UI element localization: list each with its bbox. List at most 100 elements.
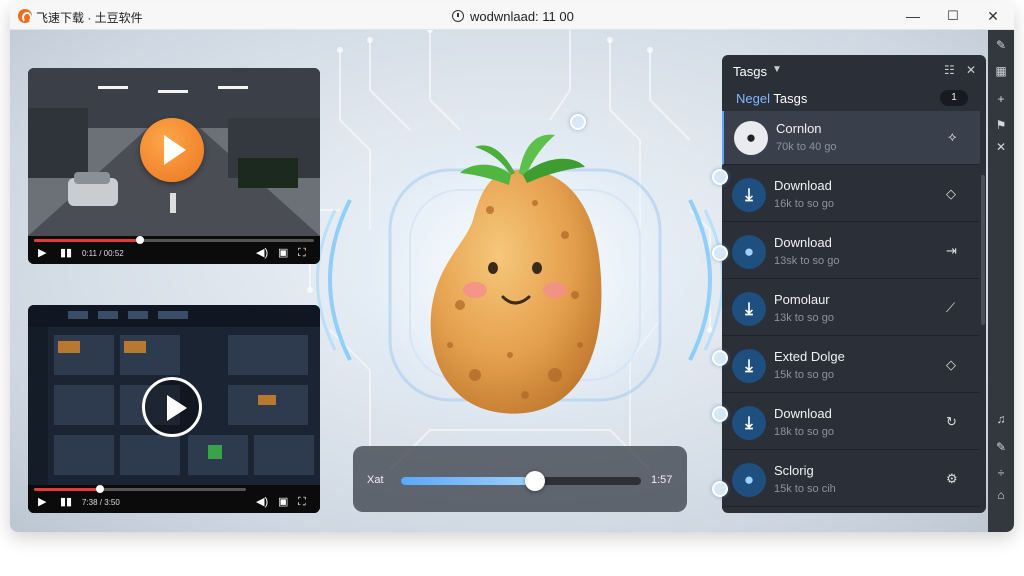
close-button[interactable]: ✕ xyxy=(982,6,1004,26)
tag-name: Cornlon xyxy=(776,121,822,136)
chevron-down-icon[interactable]: ▼ xyxy=(772,64,782,75)
subheader-text: Tasgs xyxy=(773,91,808,106)
tag-action-icon[interactable]: ⇥ xyxy=(946,243,957,259)
tag-row[interactable]: ⤓ Download 16k to so go ◇ xyxy=(722,168,980,222)
volume-icon[interactable]: ◀) xyxy=(256,247,268,259)
tags-panel: Tasgs ▼ ☷ ✕ Negel Tasgs 1 ● Cornlon 70k … xyxy=(722,55,986,513)
edit-icon[interactable]: ✎ xyxy=(988,440,1014,454)
bell-icon[interactable]: ♫ xyxy=(988,412,1014,426)
tag-name: Download xyxy=(774,235,832,250)
title-bar: 飞速下载 · 土豆软件 wodwnlaad: 11 00 — ☐ ✕ xyxy=(10,2,1014,30)
tag-action-icon[interactable]: ◇ xyxy=(946,357,956,373)
time-label: 7:38 / 3:50 xyxy=(82,498,120,507)
split-icon[interactable]: ÷ xyxy=(988,466,1014,480)
expand-icon[interactable]: ✕ xyxy=(988,140,1014,154)
connector-dot xyxy=(712,350,728,366)
tag-name: Pomolaur xyxy=(774,292,830,307)
minimize-button[interactable]: — xyxy=(902,6,924,26)
brush-icon[interactable]: ✎ xyxy=(988,38,1014,52)
tag-name: Exted Dolge xyxy=(774,349,845,364)
app-name: 飞速下载 · 土豆软件 xyxy=(36,11,143,25)
grid-icon[interactable]: ▦ xyxy=(988,64,1014,78)
tag-row[interactable]: ⤓ Download 18k to so go ↻ xyxy=(722,396,980,450)
connector-dot xyxy=(712,481,728,497)
play-overlay-button[interactable] xyxy=(140,118,204,182)
slider-fill xyxy=(401,477,536,485)
player-controls: ▶ ▮▮ 7:38 / 3:50 ◀) ▣ ⛶ xyxy=(28,485,320,513)
progress-fill xyxy=(34,488,100,491)
captions-icon[interactable]: ▣ xyxy=(278,247,288,259)
subheader-accent: Negel xyxy=(736,91,770,106)
connector-dot xyxy=(712,245,728,261)
play-overlay-button[interactable] xyxy=(142,377,202,437)
tag-action-icon[interactable]: ↻ xyxy=(946,414,957,430)
video-player-road[interactable]: ▶ ▮▮ 0:11 / 00:52 ◀) ▣ ⛶ xyxy=(28,68,320,264)
tags-subheader: Negel Tasgs 1 xyxy=(722,86,986,110)
download-icon: ⤓ xyxy=(732,349,766,383)
potato-mascot xyxy=(430,134,602,414)
drop-icon: ● xyxy=(732,463,766,497)
tag-row[interactable]: ● Download 13sk to so go ⇥ xyxy=(722,225,980,279)
progress-bar[interactable] xyxy=(34,485,246,493)
time-label: 0:11 / 00:52 xyxy=(82,249,124,258)
download-icon: ⤓ xyxy=(732,406,766,440)
tags-count-badge: 1 xyxy=(940,90,968,106)
tag-name: Download xyxy=(774,178,832,193)
tag-action-icon[interactable]: ⚙ xyxy=(946,471,958,487)
captions-icon[interactable]: ▣ xyxy=(278,496,288,508)
timeline-slider-panel: Xat 1:57 xyxy=(353,446,687,512)
layout-icon[interactable]: ☷ xyxy=(944,63,955,77)
tag-row[interactable]: ● Cornlon 70k to 40 go ⟡ xyxy=(722,111,980,165)
connector-dot xyxy=(712,169,728,185)
progress-knob[interactable] xyxy=(136,236,145,244)
video-player-interface[interactable]: ▶ ▮▮ 7:38 / 3:50 ◀) ▣ ⛶ xyxy=(28,305,320,513)
tags-scrollbar[interactable] xyxy=(981,175,985,325)
tag-row[interactable]: ⤓ Exted Dolge 15k to so go ◇ xyxy=(722,339,980,393)
tag-row[interactable]: ● Sclorig 15k to so cih ⚙ xyxy=(722,453,980,507)
slider-left-label: Xat xyxy=(367,474,384,486)
tag-meta: 13sk to so go xyxy=(774,255,840,267)
fullscreen-icon[interactable]: ⛶ xyxy=(298,496,306,508)
add-icon[interactable]: + xyxy=(988,92,1014,106)
play-icon[interactable]: ▶ xyxy=(38,247,46,259)
close-panel-icon[interactable]: ✕ xyxy=(966,63,976,77)
home-icon[interactable]: ⌂ xyxy=(988,488,1014,502)
player-controls: ▶ ▮▮ 0:11 / 00:52 ◀) ▣ ⛶ xyxy=(28,236,320,264)
play-icon[interactable]: ▶ xyxy=(38,496,46,508)
tag-row[interactable]: ⤓ Pomolaur 13k to so go ⟋ xyxy=(722,282,980,336)
slider-right-label: 1:57 xyxy=(651,474,673,486)
app-window: 飞速下载 · 土豆软件 wodwnlaad: 11 00 — ☐ ✕ ▶ ▮▮ … xyxy=(10,2,1014,532)
drop-icon: ● xyxy=(732,235,766,269)
potato-icon: ● xyxy=(734,121,768,155)
tag-meta: 15k to so cih xyxy=(774,483,836,495)
tag-meta: 15k to so go xyxy=(774,369,834,381)
right-tool-rail: ✎ ▦ + ⚑ ✕ ♫ ✎ ÷ ⌂ xyxy=(988,30,1014,532)
skip-icon[interactable]: ▮▮ xyxy=(60,496,72,508)
window-title: wodwnlaad: 11 00 xyxy=(470,9,574,24)
tag-action-icon[interactable]: ⟋ xyxy=(946,300,955,316)
tag-meta: 18k to so go xyxy=(774,426,834,438)
slider-knob[interactable] xyxy=(525,471,546,491)
tag-action-icon[interactable]: ◇ xyxy=(946,186,956,202)
tags-title[interactable]: Tasgs xyxy=(733,64,767,79)
flag-icon[interactable]: ⚑ xyxy=(988,118,1014,132)
progress-knob[interactable] xyxy=(95,485,104,493)
tag-action-icon[interactable]: ⟡ xyxy=(948,129,957,145)
progress-fill xyxy=(34,239,141,242)
volume-icon[interactable]: ◀) xyxy=(256,496,268,508)
download-icon: ⤓ xyxy=(732,178,766,212)
tags-subheader-label: Negel Tasgs xyxy=(736,91,807,106)
tag-meta: 16k to so go xyxy=(774,198,834,210)
tag-meta: 70k to 40 go xyxy=(776,141,837,153)
progress-bar[interactable] xyxy=(34,236,314,244)
timeline-slider[interactable] xyxy=(401,471,641,491)
fullscreen-icon[interactable]: ⛶ xyxy=(298,247,306,259)
maximize-button[interactable]: ☐ xyxy=(942,6,964,26)
main-stage: ▶ ▮▮ 0:11 / 00:52 ◀) ▣ ⛶ ▶ ▮▮ 7:38 / 3:5… xyxy=(10,30,1014,532)
connector-dot xyxy=(712,406,728,422)
connector-dot xyxy=(570,114,586,130)
skip-icon[interactable]: ▮▮ xyxy=(60,247,72,259)
app-logo-icon xyxy=(18,9,32,23)
download-icon: ⤓ xyxy=(732,292,766,326)
tags-header: Tasgs ▼ ☷ ✕ xyxy=(722,55,986,85)
